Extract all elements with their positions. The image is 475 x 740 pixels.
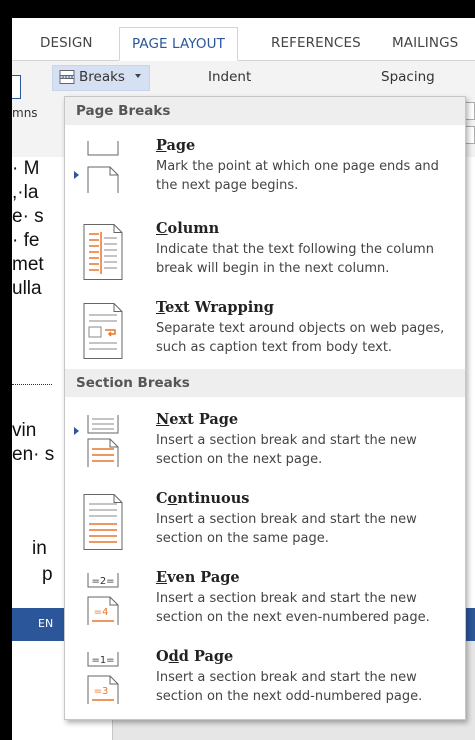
spacing-label: Spacing xyxy=(381,69,435,85)
orientation-button[interactable] xyxy=(12,75,21,99)
svg-text:=4: =4 xyxy=(94,607,109,618)
page-breaks-header: Page Breaks xyxy=(65,97,465,125)
breaks-label: Breaks xyxy=(79,69,125,85)
menu-item-title: Page xyxy=(156,137,196,154)
doc-line: in xyxy=(32,538,47,559)
doc-line: ulla xyxy=(12,278,42,299)
svg-text:=3: =3 xyxy=(94,686,109,697)
menu-item-title: Column xyxy=(156,220,220,237)
menu-item-description: Indicate that the text following the col… xyxy=(156,242,434,276)
breaks-button[interactable]: Breaks xyxy=(52,65,150,91)
menu-item-column[interactable]: Column Indicate that the text following … xyxy=(65,220,465,280)
tab-page-layout[interactable]: PAGE LAYOUT xyxy=(119,27,238,61)
menu-item-title: Even Page xyxy=(156,569,240,586)
section-break-marker xyxy=(12,384,52,385)
menu-item-description: Insert a section break and start the new… xyxy=(156,512,417,546)
menu-item-title: Next Page xyxy=(156,411,239,428)
menu-item-page[interactable]: Page Mark the point at which one page en… xyxy=(65,137,465,197)
svg-text:=1=: =1= xyxy=(91,655,114,666)
chevron-down-icon xyxy=(135,74,141,78)
menu-item-next-page[interactable]: Next Page Insert a section break and sta… xyxy=(65,411,465,471)
menu-item-description: Insert a section break and start the new… xyxy=(156,433,417,467)
menu-item-continuous[interactable]: Continuous Insert a section break and st… xyxy=(65,490,465,550)
doc-line: · fe xyxy=(12,230,40,251)
doc-line: p xyxy=(42,564,53,585)
menu-item-title: Odd Page xyxy=(156,648,234,665)
menu-item-title: Text Wrapping xyxy=(156,299,274,316)
menu-item-title: Continuous xyxy=(156,490,250,507)
doc-line: met xyxy=(12,254,44,275)
menu-item-description: Mark the point at which one page ends an… xyxy=(156,159,439,193)
menu-item-description: Separate text around objects on web page… xyxy=(156,321,445,355)
selected-marker xyxy=(74,171,79,179)
even-page-section-icon: =2= =4 xyxy=(87,573,119,625)
tab-design[interactable]: DESIGN xyxy=(40,35,93,51)
menu-item-text-wrapping[interactable]: Text Wrapping Separate text around objec… xyxy=(65,299,465,359)
next-page-section-icon xyxy=(87,415,119,467)
doc-line: ,·la xyxy=(12,182,39,203)
page-break-icon xyxy=(87,141,119,193)
status-language: EN xyxy=(38,617,54,630)
indent-label: Indent xyxy=(208,69,252,85)
menu-item-even-page[interactable]: =2= =4 Even Page Insert a section break … xyxy=(65,569,465,629)
column-break-icon xyxy=(83,224,123,280)
odd-page-section-icon: =1= =3 xyxy=(87,652,119,704)
menu-item-description: Insert a section break and start the new… xyxy=(156,670,423,704)
menu-item-description: Insert a section break and start the new… xyxy=(156,591,430,625)
menu-item-odd-page[interactable]: =1= =3 Odd Page Insert a section break a… xyxy=(65,648,465,708)
doc-line: · M xyxy=(12,158,40,179)
section-breaks-header: Section Breaks xyxy=(65,369,465,397)
continuous-section-icon xyxy=(83,494,123,550)
doc-line: vin xyxy=(12,420,37,441)
svg-text:=2=: =2= xyxy=(91,576,114,587)
columns-label: mns xyxy=(12,106,38,120)
tab-references[interactable]: REFERENCES xyxy=(271,35,361,51)
word-window: DESIGN PAGE LAYOUT REFERENCES MAILINGS m… xyxy=(12,18,475,740)
doc-line: en· s xyxy=(12,444,55,465)
text-wrapping-icon xyxy=(83,303,123,359)
selected-marker xyxy=(74,427,79,435)
breaks-dropdown-menu: Page Breaks Page Mark the point at which… xyxy=(64,96,466,720)
doc-line: e· s xyxy=(12,206,44,227)
breaks-icon xyxy=(59,70,75,84)
tab-mailings[interactable]: MAILINGS xyxy=(392,35,458,51)
ribbon-tabs: DESIGN PAGE LAYOUT REFERENCES MAILINGS xyxy=(12,18,475,61)
